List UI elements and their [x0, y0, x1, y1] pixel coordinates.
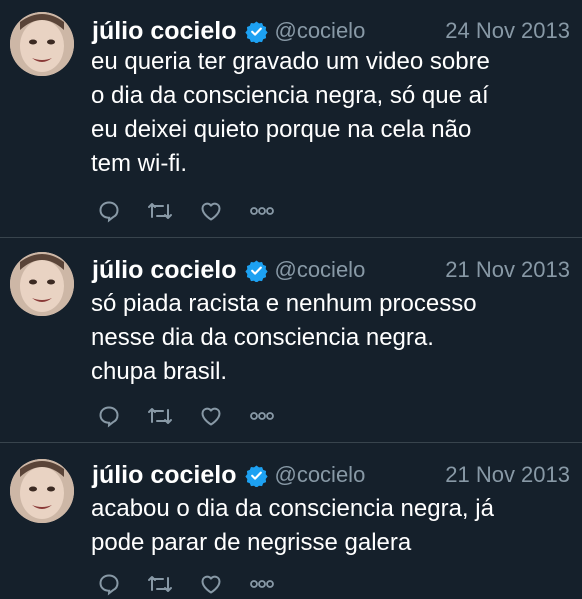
tweet-date[interactable]: 21 Nov 2013	[445, 462, 570, 488]
more-icon	[250, 207, 274, 215]
tweet-feed: júlio cocielo @cocielo 24 Nov 2013 eu qu…	[0, 0, 582, 599]
like-button[interactable]	[198, 198, 224, 224]
author-handle[interactable]: @cocielo	[274, 462, 365, 488]
more-icon	[250, 412, 274, 420]
retweet-button[interactable]	[147, 198, 173, 224]
reply-button[interactable]	[96, 198, 122, 224]
avatar[interactable]	[10, 252, 74, 316]
retweet-icon	[148, 408, 172, 424]
author-name[interactable]: júlio cocielo	[92, 461, 236, 490]
retweet-button[interactable]	[147, 571, 173, 597]
verified-badge-icon	[245, 464, 269, 487]
like-icon	[201, 575, 221, 594]
reply-button[interactable]	[96, 403, 122, 429]
avatar[interactable]	[10, 12, 74, 76]
more-button[interactable]	[249, 571, 275, 597]
tweet[interactable]: júlio cocielo @cocielo 21 Nov 2013 só pi…	[0, 239, 582, 443]
verified-badge-icon	[245, 20, 269, 43]
reply-icon	[99, 574, 119, 596]
reply-icon	[99, 406, 119, 428]
tweet-header: júlio cocielo @cocielo 21 Nov 2013	[92, 458, 570, 492]
like-button[interactable]	[198, 571, 224, 597]
verified-badge-icon	[245, 259, 269, 282]
tweet-header: júlio cocielo @cocielo 21 Nov 2013	[92, 253, 570, 287]
tweet-date[interactable]: 24 Nov 2013	[445, 18, 570, 44]
tweet-text: só piada racista e nenhum processo nesse…	[91, 290, 477, 385]
more-button[interactable]	[249, 403, 275, 429]
tweet-actions	[96, 402, 300, 430]
reply-button[interactable]	[96, 571, 122, 597]
reply-icon	[99, 201, 119, 223]
author-name[interactable]: júlio cocielo	[92, 17, 236, 46]
like-icon	[201, 407, 221, 426]
retweet-button[interactable]	[147, 403, 173, 429]
tweet-actions	[96, 197, 300, 225]
more-icon	[250, 580, 274, 588]
tweet-date[interactable]: 21 Nov 2013	[445, 257, 570, 283]
tweet-actions	[96, 570, 300, 598]
tweet-header: júlio cocielo @cocielo 24 Nov 2013	[92, 14, 570, 48]
like-button[interactable]	[198, 403, 224, 429]
tweet-text: eu queria ter gravado um video sobre o d…	[91, 48, 490, 177]
tweet[interactable]: júlio cocielo @cocielo 24 Nov 2013 eu qu…	[0, 0, 582, 238]
author-handle[interactable]: @cocielo	[274, 18, 365, 44]
more-button[interactable]	[249, 198, 275, 224]
tweet[interactable]: júlio cocielo @cocielo 21 Nov 2013 acabo…	[0, 444, 582, 599]
retweet-icon	[148, 576, 172, 592]
avatar[interactable]	[10, 459, 74, 523]
author-handle[interactable]: @cocielo	[274, 257, 365, 283]
like-icon	[201, 202, 221, 221]
author-name[interactable]: júlio cocielo	[92, 256, 236, 285]
retweet-icon	[148, 203, 172, 219]
tweet-text: acabou o dia da consciencia negra, já po…	[91, 495, 494, 556]
